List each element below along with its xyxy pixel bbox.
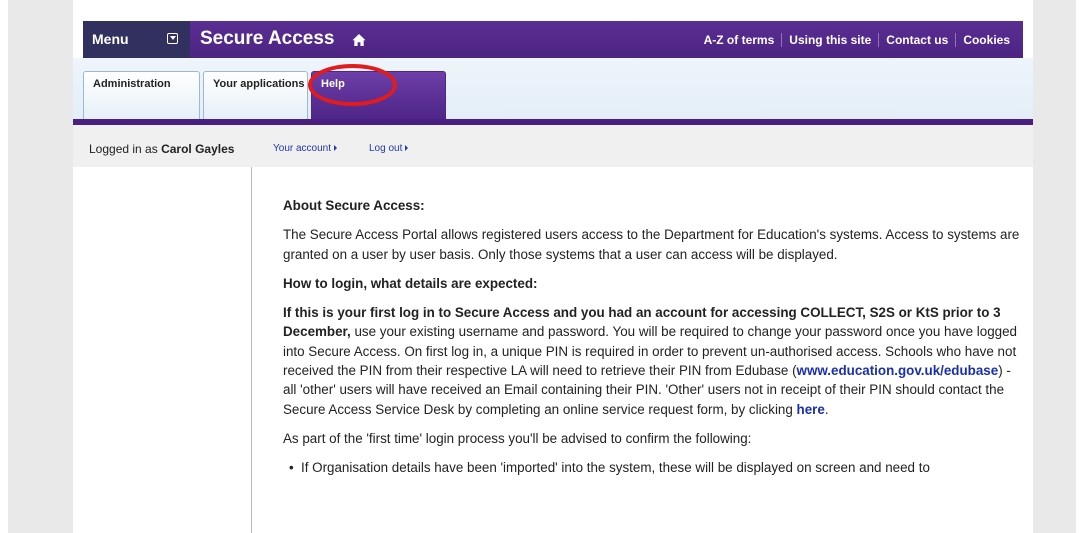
first-login-text-3: . bbox=[824, 401, 829, 417]
site-title[interactable]: Secure Access bbox=[200, 28, 335, 50]
login-heading: How to login, what details are expected: bbox=[283, 275, 538, 291]
tab-your-applications[interactable]: Your applications bbox=[203, 71, 308, 119]
main-content: About Secure Access: The Secure Access P… bbox=[283, 196, 1023, 478]
gutter-left bbox=[8, 0, 73, 533]
bullet-item: If Organisation details have been 'impor… bbox=[283, 458, 1023, 478]
logged-in-prefix: Logged in as bbox=[89, 142, 158, 156]
user-name: Carol Gayles bbox=[161, 142, 235, 156]
page-margin-right bbox=[1076, 0, 1084, 533]
logged-in-text: Logged in as Carol Gayles bbox=[89, 142, 234, 156]
about-heading: About Secure Access: bbox=[283, 198, 425, 213]
edubase-link[interactable]: www.education.gov.uk/edubase bbox=[797, 363, 999, 378]
page: Menu Secure Access A-Z of terms Using th… bbox=[73, 0, 1033, 533]
chevron-down-icon[interactable] bbox=[167, 33, 178, 44]
link-contact-us[interactable]: Contact us bbox=[878, 33, 955, 47]
tab-administration[interactable]: Administration bbox=[83, 71, 200, 119]
page-margin-left bbox=[0, 0, 8, 533]
menu-button[interactable]: Menu bbox=[83, 21, 190, 58]
link-using-this-site[interactable]: Using this site bbox=[781, 33, 878, 47]
gutter-right bbox=[1033, 0, 1076, 533]
link-a-z-of-terms[interactable]: A-Z of terms bbox=[697, 33, 782, 47]
home-icon[interactable] bbox=[352, 33, 366, 47]
tab-label: Administration bbox=[93, 78, 171, 90]
first-time-paragraph: As part of the 'first time' login proces… bbox=[283, 430, 752, 446]
tab-strip: Administration Your applications Help bbox=[73, 58, 1033, 119]
highlight-annotation bbox=[308, 64, 397, 106]
column-divider bbox=[251, 167, 252, 533]
menu-label: Menu bbox=[92, 31, 129, 47]
first-login-paragraph: If this is your first log in to Secure A… bbox=[283, 303, 1023, 419]
top-bar: Menu Secure Access A-Z of terms Using th… bbox=[83, 21, 1023, 58]
left-column bbox=[73, 167, 251, 533]
about-paragraph: The Secure Access Portal allows register… bbox=[283, 227, 1020, 262]
here-link[interactable]: here bbox=[797, 402, 825, 417]
tab-label: Your applications bbox=[213, 78, 305, 90]
link-cookies[interactable]: Cookies bbox=[955, 33, 1017, 47]
top-links: A-Z of terms Using this site Contact us … bbox=[697, 33, 1017, 47]
account-bar: Logged in as Carol Gayles Your account L… bbox=[73, 125, 1033, 167]
log-out-link[interactable]: Log out bbox=[369, 143, 408, 154]
title-bar: Secure Access A-Z of terms Using this si… bbox=[190, 21, 1023, 58]
your-account-link[interactable]: Your account bbox=[273, 143, 337, 154]
